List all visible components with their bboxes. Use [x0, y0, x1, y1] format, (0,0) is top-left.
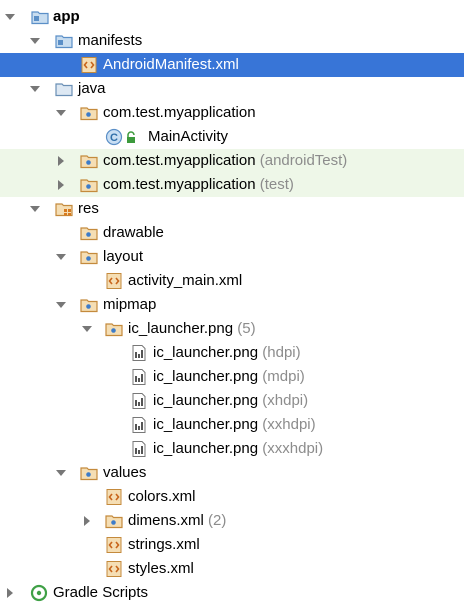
tree-item-styles-xml[interactable]: styles.xml — [0, 557, 464, 581]
gradle-icon — [30, 584, 48, 602]
expand-arrow-icon[interactable] — [54, 298, 68, 312]
image-file-icon — [130, 416, 148, 434]
tree-item-main-activity[interactable]: MainActivity — [0, 125, 464, 149]
image-file-icon — [130, 392, 148, 410]
tree-item-package-main[interactable]: com.test.myapplication — [0, 101, 464, 125]
tree-item-ic-launcher-xxhdpi[interactable]: ic_launcher.png (xxhdpi) — [0, 413, 464, 437]
tree-item-label: manifests — [78, 32, 143, 49]
expand-arrow-icon[interactable] — [54, 178, 68, 192]
image-file-icon — [130, 368, 148, 386]
tree-item-ic-launcher-group[interactable]: ic_launcher.png (5) — [0, 317, 464, 341]
tree-item-ic-launcher-xxxhdpi[interactable]: ic_launcher.png (xxxhdpi) — [0, 437, 464, 461]
folder-icon — [105, 512, 123, 530]
folder-icon — [80, 224, 98, 242]
resources-folder-icon — [55, 200, 73, 218]
tree-item-label: com.test.myapplication — [103, 104, 256, 121]
expand-arrow-icon[interactable] — [80, 514, 94, 528]
tree-item-suffix: (xhdpi) — [262, 392, 309, 409]
tree-item-label: ic_launcher.png (xxhdpi) — [153, 416, 316, 433]
project-tree: app manifests AndroidManifest.xml java c… — [0, 0, 464, 608]
tree-item-res[interactable]: res — [0, 197, 464, 221]
xml-file-icon — [105, 536, 123, 554]
expand-arrow-icon[interactable] — [28, 34, 42, 48]
tree-item-label: activity_main.xml — [128, 272, 243, 289]
lock-icon — [124, 131, 138, 145]
tree-item-java[interactable]: java — [0, 77, 464, 101]
tree-item-app[interactable]: app — [0, 5, 464, 29]
xml-file-icon — [80, 56, 98, 74]
tree-item-suffix: (xxxhdpi) — [262, 440, 324, 457]
package-icon — [80, 152, 98, 170]
tree-item-drawable[interactable]: drawable — [0, 221, 464, 245]
xml-file-icon — [105, 560, 123, 578]
tree-item-android-manifest[interactable]: AndroidManifest.xml — [0, 53, 464, 77]
tree-item-label: styles.xml — [128, 560, 194, 577]
tree-item-label: ic_launcher.png (hdpi) — [153, 344, 301, 361]
tree-item-label: java — [78, 80, 106, 97]
tree-item-label: colors.xml — [128, 488, 196, 505]
expand-arrow-icon[interactable] — [3, 586, 17, 600]
folder-icon — [80, 248, 98, 266]
tree-item-label: ic_launcher.png (5) — [128, 320, 256, 337]
tree-item-dimens-xml[interactable]: dimens.xml (2) — [0, 509, 464, 533]
image-file-icon — [130, 344, 148, 362]
tree-item-label: com.test.myapplication (test) — [103, 176, 294, 193]
tree-item-suffix: (mdpi) — [262, 368, 305, 385]
expand-arrow-icon[interactable] — [54, 106, 68, 120]
folder-icon — [80, 464, 98, 482]
module-folder-icon — [31, 8, 49, 26]
folder-icon — [105, 320, 123, 338]
package-icon — [80, 104, 98, 122]
tree-item-gradle-scripts[interactable]: Gradle Scripts — [0, 581, 464, 605]
tree-item-values[interactable]: values — [0, 461, 464, 485]
tree-item-label: ic_launcher.png (xxxhdpi) — [153, 440, 324, 457]
tree-item-strings-xml[interactable]: strings.xml — [0, 533, 464, 557]
source-folder-icon — [55, 80, 73, 98]
tree-item-label: dimens.xml (2) — [128, 512, 227, 529]
tree-item-label: MainActivity — [148, 128, 229, 145]
tree-item-ic-launcher-xhdpi[interactable]: ic_launcher.png (xhdpi) — [0, 389, 464, 413]
tree-item-label: Gradle Scripts — [53, 584, 149, 601]
tree-item-package-test[interactable]: com.test.myapplication (test) — [0, 173, 464, 197]
tree-item-label: app — [53, 8, 80, 25]
xml-file-icon — [105, 488, 123, 506]
package-icon — [80, 176, 98, 194]
tree-item-label: layout — [103, 248, 144, 265]
tree-item-layout[interactable]: layout — [0, 245, 464, 269]
expand-arrow-icon[interactable] — [54, 250, 68, 264]
tree-item-activity-main-xml[interactable]: activity_main.xml — [0, 269, 464, 293]
tree-item-label: ic_launcher.png (mdpi) — [153, 368, 305, 385]
expand-arrow-icon[interactable] — [28, 82, 42, 96]
tree-item-label: values — [103, 464, 147, 481]
tree-item-mipmap[interactable]: mipmap — [0, 293, 464, 317]
tree-item-suffix: (androidTest) — [259, 152, 348, 169]
expand-arrow-icon[interactable] — [80, 322, 94, 336]
tree-item-label: ic_launcher.png (xhdpi) — [153, 392, 309, 409]
tree-item-label: mipmap — [103, 296, 157, 313]
tree-item-suffix: (2) — [208, 512, 227, 529]
tree-item-suffix: (test) — [259, 176, 294, 193]
tree-item-ic-launcher-mdpi[interactable]: ic_launcher.png (mdpi) — [0, 365, 464, 389]
tree-item-ic-launcher-hdpi[interactable]: ic_launcher.png (hdpi) — [0, 341, 464, 365]
tree-item-label: drawable — [103, 224, 164, 241]
tree-item-suffix: (xxhdpi) — [262, 416, 316, 433]
tree-item-label: AndroidManifest.xml — [103, 56, 239, 73]
tree-item-label: strings.xml — [128, 536, 200, 553]
expand-arrow-icon[interactable] — [3, 10, 17, 24]
expand-arrow-icon[interactable] — [28, 202, 42, 216]
tree-item-label: com.test.myapplication (androidTest) — [103, 152, 348, 169]
tree-item-suffix: (hdpi) — [262, 344, 301, 361]
tree-item-label: res — [78, 200, 99, 217]
tree-item-package-android-test[interactable]: com.test.myapplication (androidTest) — [0, 149, 464, 173]
tree-item-suffix: (5) — [237, 320, 256, 337]
class-icon — [105, 128, 123, 146]
tree-item-colors-xml[interactable]: colors.xml — [0, 485, 464, 509]
tree-item-manifests[interactable]: manifests — [0, 29, 464, 53]
xml-file-icon — [105, 272, 123, 290]
expand-arrow-icon[interactable] — [54, 154, 68, 168]
folder-icon — [55, 32, 73, 50]
image-file-icon — [130, 440, 148, 458]
expand-arrow-icon[interactable] — [54, 466, 68, 480]
folder-icon — [80, 296, 98, 314]
